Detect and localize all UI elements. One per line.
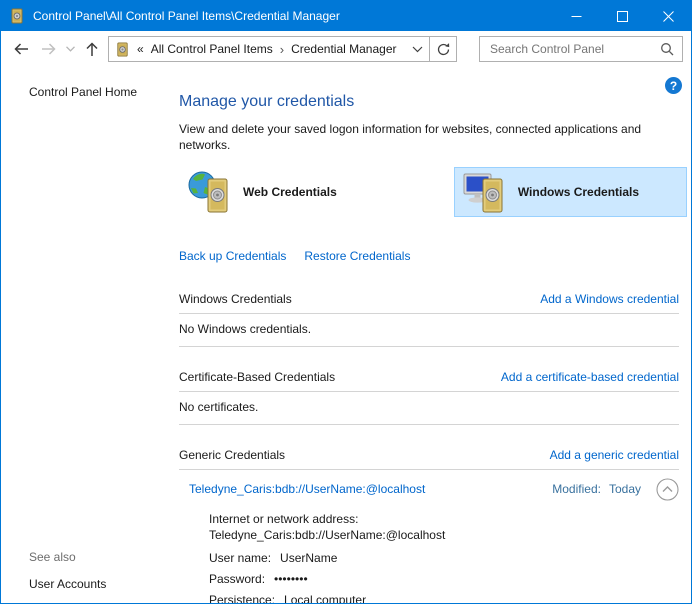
breadcrumb-all-control-panel-items[interactable]: All Control Panel Items: [151, 42, 273, 56]
web-credentials-label: Web Credentials: [243, 185, 337, 199]
sidebar-see-also-group: See also User Accounts: [29, 550, 163, 591]
generic-credential-row: Teledyne_Caris:bdb://UserName:@localhost…: [179, 470, 679, 503]
window-controls: [553, 1, 691, 31]
generic-credentials-section-header: Generic Credentials Add a generic creden…: [179, 448, 679, 470]
see-also-label: See also: [29, 550, 163, 564]
add-windows-credential-link[interactable]: Add a Windows credential: [540, 292, 679, 306]
username-value: UserName: [280, 551, 337, 565]
page-title: Manage your credentials: [179, 93, 679, 111]
section-title: Windows Credentials: [179, 292, 292, 306]
certificate-credentials-empty-text: No certificates.: [179, 392, 679, 425]
certificate-credentials-section-header: Certificate-Based Credentials Add a cert…: [179, 370, 679, 392]
recent-pages-chevron-icon[interactable]: [63, 35, 78, 63]
search-icon[interactable]: [660, 42, 674, 56]
username-label: User name:: [209, 551, 271, 565]
add-generic-credential-link[interactable]: Add a generic credential: [550, 448, 679, 462]
credential-manager-safe-icon: [9, 8, 25, 24]
back-up-credentials-link[interactable]: Back up Credentials: [179, 249, 286, 263]
address-value: Teledyne_Caris:bdb://UserName:@localhost: [209, 527, 679, 543]
address-label: Internet or network address:: [209, 511, 679, 527]
detail-username: User name: UserName: [209, 551, 679, 565]
main-panel: Manage your credentials View and delete …: [171, 67, 691, 603]
breadcrumb-credential-manager[interactable]: Credential Manager: [291, 42, 396, 56]
forward-button[interactable]: [35, 35, 63, 63]
sidebar: Control Panel Home See also User Account…: [1, 67, 171, 603]
credential-modified: Modified: Today: [552, 482, 641, 496]
section-title: Generic Credentials: [179, 448, 285, 462]
add-certificate-credential-link[interactable]: Add a certificate-based credential: [501, 370, 679, 384]
minimize-button[interactable]: [553, 1, 599, 31]
web-credentials-globe-safe-icon: [187, 170, 235, 214]
credential-details: Internet or network address: Teledyne_Ca…: [179, 511, 679, 603]
sidebar-item-control-panel-home[interactable]: Control Panel Home: [29, 85, 163, 99]
credential-manager-window: Control Panel\All Control Panel Items\Cr…: [0, 0, 692, 604]
persistence-label: Persistence:: [209, 593, 275, 603]
detail-persistence: Persistence: Local computer: [209, 593, 679, 603]
help-icon[interactable]: ?: [665, 77, 682, 94]
windows-credentials-empty-text: No Windows credentials.: [179, 314, 679, 347]
persistence-value: Local computer: [284, 593, 366, 603]
window-title: Control Panel\All Control Panel Items\Cr…: [33, 9, 553, 23]
back-button[interactable]: [7, 35, 35, 63]
password-label: Password:: [209, 572, 265, 586]
refresh-button[interactable]: [429, 36, 457, 62]
navigation-bar: « All Control Panel Items › Credential M…: [1, 31, 691, 67]
content-area: ? Control Panel Home See also User Accou…: [1, 67, 691, 603]
credential-actions: Back up Credentials Restore Credentials: [179, 249, 679, 263]
credential-manager-safe-icon: [115, 42, 130, 57]
modified-value: Today: [609, 482, 641, 496]
detail-address: Internet or network address: Teledyne_Ca…: [209, 511, 679, 543]
web-credentials-tile[interactable]: Web Credentials: [179, 167, 454, 217]
address-bar-group: « All Control Panel Items › Credential M…: [108, 36, 457, 62]
breadcrumb-separator-icon: ›: [280, 42, 284, 57]
address-bar[interactable]: « All Control Panel Items › Credential M…: [108, 36, 430, 62]
up-button[interactable]: [78, 35, 106, 63]
windows-credentials-section-header: Windows Credentials Add a Windows creden…: [179, 292, 679, 314]
breadcrumb-overflow[interactable]: «: [137, 42, 144, 56]
modified-label: Modified:: [552, 482, 601, 496]
credential-name-link[interactable]: Teledyne_Caris:bdb://UserName:@localhost: [189, 482, 552, 496]
detail-password: Password: ••••••••: [209, 572, 679, 586]
windows-credentials-tile[interactable]: Windows Credentials: [454, 167, 687, 217]
address-dropdown-chevron-icon[interactable]: [408, 46, 423, 53]
page-description: View and delete your saved logon informa…: [179, 122, 653, 153]
search-box: [479, 36, 683, 62]
sidebar-item-user-accounts[interactable]: User Accounts: [29, 577, 163, 591]
maximize-button[interactable]: [599, 1, 645, 31]
windows-credentials-monitor-safe-icon: [462, 170, 510, 214]
section-title: Certificate-Based Credentials: [179, 370, 335, 384]
search-input[interactable]: [488, 41, 654, 57]
credential-type-tiles: Web Credentials: [179, 167, 687, 217]
windows-credentials-label: Windows Credentials: [518, 185, 639, 199]
close-button[interactable]: [645, 1, 691, 31]
password-value: ••••••••: [274, 572, 308, 586]
restore-credentials-link[interactable]: Restore Credentials: [304, 249, 410, 263]
collapse-chevron-icon[interactable]: [655, 477, 679, 501]
title-bar: Control Panel\All Control Panel Items\Cr…: [1, 1, 691, 31]
